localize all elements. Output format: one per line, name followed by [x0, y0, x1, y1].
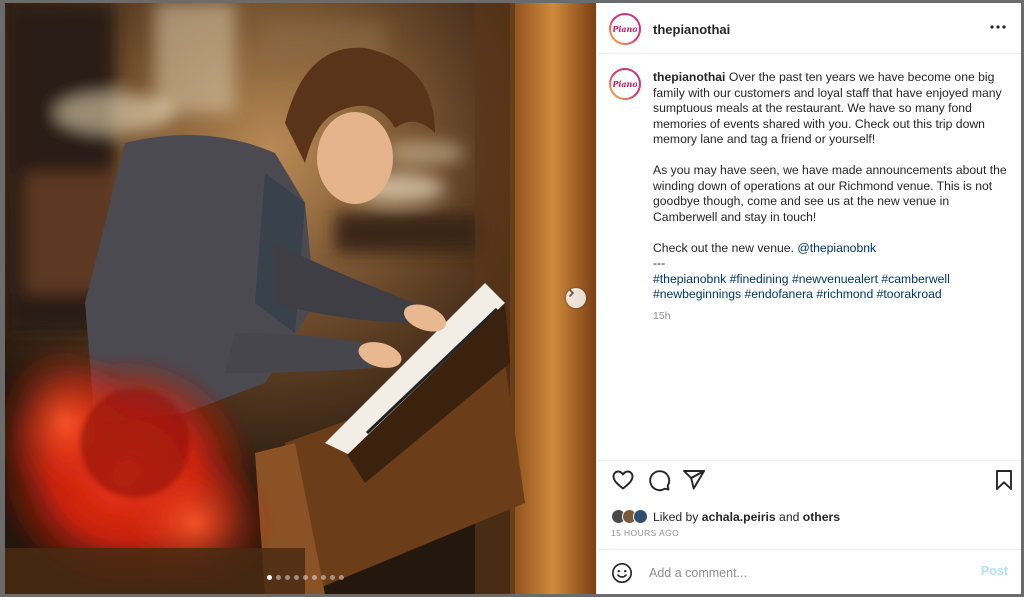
hashtag-link[interactable]: #endofanera: [744, 287, 812, 301]
likes-row: Liked by achala.peiris and others: [611, 509, 840, 524]
carousel-dot: [303, 575, 308, 580]
comment-input[interactable]: [649, 563, 969, 583]
venue-prefix: Check out the new venue.: [653, 240, 794, 255]
instagram-post-modal: Piano thepianothai Piano thepianothai Ov…: [5, 3, 1021, 594]
carousel-dot: [321, 575, 326, 580]
caption-paragraph-2: As you may have seen, we have made annou…: [653, 163, 1007, 224]
caption-paragraph: thepianothai Over the past ten years we …: [653, 70, 1013, 148]
hashtag-list: #thepianobnk #finedining #newvenuealert …: [653, 272, 1013, 303]
avatar-logo: Piano: [612, 79, 638, 89]
header-username[interactable]: thepianothai: [653, 22, 730, 37]
post-photo[interactable]: [5, 3, 596, 594]
caption-avatar[interactable]: Piano: [609, 68, 641, 100]
post-comment-button[interactable]: Post: [981, 564, 1008, 578]
chevron-right-icon: [568, 288, 575, 298]
emoji-icon[interactable]: [611, 562, 633, 584]
hashtag-link[interactable]: #finedining: [730, 272, 789, 286]
comment-icon[interactable]: [647, 468, 671, 492]
heart-icon[interactable]: [611, 468, 635, 492]
caption-time[interactable]: 15h: [653, 310, 671, 322]
carousel-dot: [312, 575, 317, 580]
hashtag-link[interactable]: #newvenuealert: [792, 272, 878, 286]
mention-link[interactable]: @thepianobnk: [797, 241, 876, 255]
hashtag-link[interactable]: #newbeginnings: [653, 287, 741, 301]
liked-by-and: and: [779, 509, 800, 524]
liked-by-others[interactable]: others: [803, 510, 840, 524]
comment-bar: Post: [597, 549, 1021, 594]
carousel-dot: [339, 575, 344, 580]
more-options-button[interactable]: [988, 17, 1008, 37]
liked-by-user[interactable]: achala.peiris: [702, 510, 776, 524]
caption-separator: ---: [653, 256, 666, 270]
caption-text: thepianothai Over the past ten years we …: [653, 70, 1013, 303]
post-header: Piano thepianothai: [597, 3, 1021, 54]
carousel-dot: [276, 575, 281, 580]
hashtag-link[interactable]: #richmond: [816, 287, 873, 301]
share-icon[interactable]: [682, 468, 706, 492]
avatar[interactable]: Piano: [609, 13, 641, 45]
likes-text: Liked by achala.peiris and others: [653, 510, 840, 524]
caption-area: Piano thepianothai Over the past ten yea…: [597, 55, 1021, 461]
hashtag-link[interactable]: #thepianobnk: [653, 272, 726, 286]
venue-line: Check out the new venue. @thepianobnk: [653, 241, 1013, 257]
carousel-dot: [267, 575, 272, 580]
carousel-dot: [294, 575, 299, 580]
next-photo-button[interactable]: [566, 288, 586, 308]
liked-by-prefix: Liked by: [653, 509, 699, 524]
photo-pianist-illustration: [5, 3, 596, 594]
carousel-dot: [285, 575, 290, 580]
avatar-logo: Piano: [612, 24, 638, 34]
carousel-dot: [330, 575, 335, 580]
hashtag-link[interactable]: #toorakroad: [877, 287, 942, 301]
post-details-pane: Piano thepianothai Piano thepianothai Ov…: [596, 3, 1021, 594]
caption-username[interactable]: thepianothai: [653, 70, 725, 84]
action-bar: [597, 468, 1021, 500]
bookmark-icon[interactable]: [992, 468, 1016, 492]
hashtag-link[interactable]: #camberwell: [881, 272, 949, 286]
more-options-icon: [990, 25, 1006, 29]
posted-time[interactable]: 15 HOURS AGO: [611, 528, 679, 538]
carousel-indicator: [267, 575, 344, 580]
liker-avatar[interactable]: [633, 509, 648, 524]
